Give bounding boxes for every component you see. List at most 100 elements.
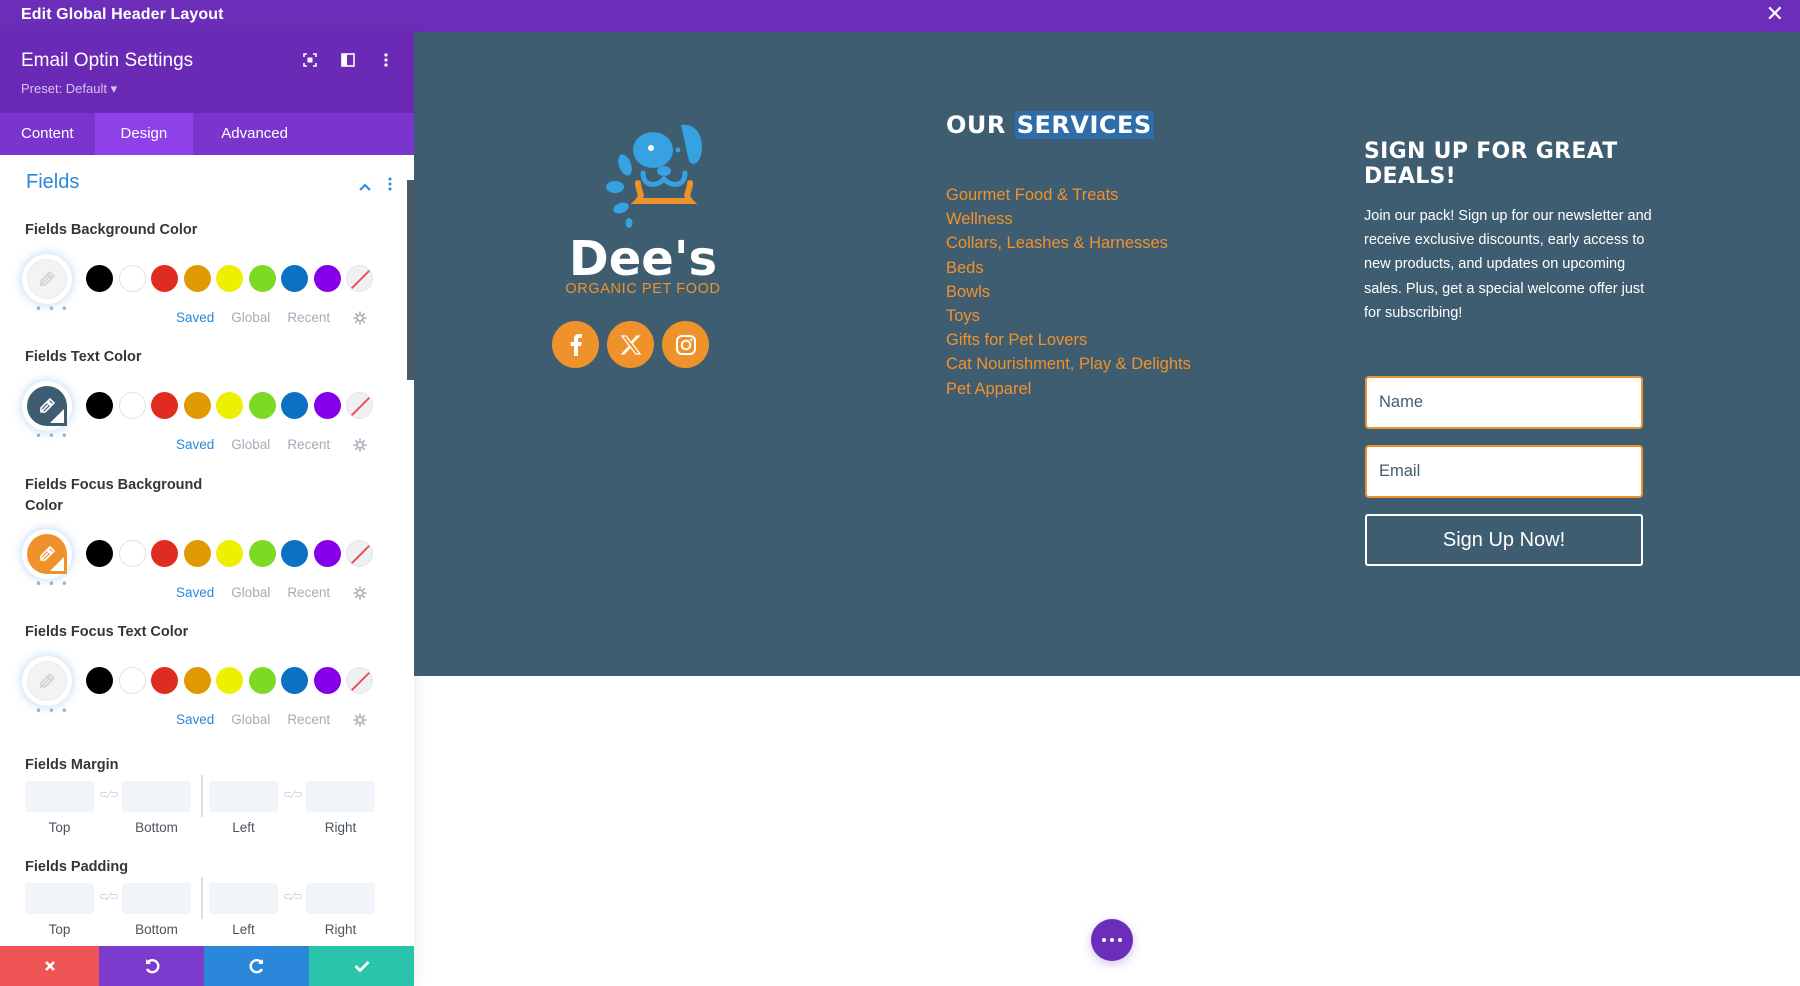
recent-colors-tab[interactable]: Recent	[287, 310, 330, 325]
recent-colors-tab[interactable]: Recent	[287, 437, 330, 452]
swatch-clear[interactable]	[346, 540, 373, 567]
page-settings-fab[interactable]	[1091, 919, 1133, 961]
color-swatch[interactable]	[248, 540, 276, 567]
service-link[interactable]: Collars, Leashes & Harnesses	[946, 231, 1191, 255]
color-swatch[interactable]	[86, 392, 113, 419]
color-swatch[interactable]	[183, 667, 211, 694]
color-swatch[interactable]	[151, 265, 178, 292]
global-colors-tab[interactable]: Global	[231, 585, 270, 600]
spacing-input-top[interactable]	[25, 781, 94, 812]
color-swatch[interactable]	[216, 540, 243, 567]
color-swatch[interactable]	[118, 667, 146, 694]
spacing-input-bottom[interactable]	[122, 883, 191, 914]
color-swatch[interactable]	[118, 265, 146, 292]
save-button[interactable]	[309, 946, 414, 986]
color-swatch[interactable]	[86, 667, 113, 694]
color-swatch[interactable]	[216, 392, 243, 419]
spacing-input-bottom[interactable]	[122, 781, 191, 812]
service-link[interactable]: Cat Nourishment, Play & Delights	[946, 352, 1191, 376]
service-link[interactable]: Wellness	[946, 207, 1191, 231]
tab-content[interactable]: Content	[0, 113, 95, 155]
spacing-input-top[interactable]	[25, 883, 94, 914]
signup-button[interactable]: Sign Up Now!	[1365, 514, 1643, 566]
swatch-clear[interactable]	[346, 265, 373, 292]
swatch-clear[interactable]	[346, 667, 373, 694]
preset-dropdown[interactable]: Preset: Default ▾	[21, 81, 117, 97]
color-swatch[interactable]	[313, 667, 341, 694]
dees-logo[interactable]: Dee's ORGANIC PET FOOD	[553, 115, 733, 295]
more-vertical-icon[interactable]	[378, 52, 394, 68]
spacing-input-left[interactable]	[209, 781, 278, 812]
more-horizontal-icon[interactable]: • • •	[35, 302, 69, 316]
color-swatch[interactable]	[281, 392, 308, 419]
discard-button[interactable]	[0, 946, 99, 986]
service-link[interactable]: Beds	[946, 256, 1191, 280]
color-swatch[interactable]	[118, 392, 146, 419]
color-swatch[interactable]	[313, 392, 341, 419]
spacing-input-right[interactable]	[306, 781, 375, 812]
gear-icon[interactable]	[353, 586, 367, 600]
color-swatch[interactable]	[248, 265, 276, 292]
instagram-link[interactable]	[662, 321, 709, 368]
service-link[interactable]: Bowls	[946, 280, 1191, 304]
recent-colors-tab[interactable]: Recent	[287, 712, 330, 727]
tab-design[interactable]: Design	[94, 113, 194, 155]
color-swatch[interactable]	[151, 667, 178, 694]
link-icon[interactable]: ⊂⁄⊃	[283, 890, 303, 903]
service-link[interactable]: Gifts for Pet Lovers	[946, 328, 1191, 352]
facebook-link[interactable]	[552, 321, 599, 368]
recent-colors-tab[interactable]: Recent	[287, 585, 330, 600]
redo-button[interactable]	[204, 946, 309, 986]
name-input[interactable]	[1365, 376, 1643, 429]
more-horizontal-icon[interactable]: • • •	[35, 704, 69, 718]
spacing-input-right[interactable]	[306, 883, 375, 914]
global-colors-tab[interactable]: Global	[231, 437, 270, 452]
x-twitter-link[interactable]	[607, 321, 654, 368]
email-input[interactable]	[1365, 445, 1643, 498]
service-link[interactable]: Toys	[946, 304, 1191, 328]
color-swatch[interactable]	[248, 392, 276, 419]
color-swatch[interactable]	[216, 265, 243, 292]
gear-icon[interactable]	[353, 438, 367, 452]
link-icon[interactable]: ⊂⁄⊃	[283, 788, 303, 801]
color-swatch[interactable]	[281, 540, 308, 567]
color-swatch[interactable]	[281, 667, 308, 694]
color-swatch[interactable]	[216, 667, 243, 694]
color-swatch[interactable]	[151, 392, 178, 419]
tab-advanced[interactable]: Advanced	[193, 113, 309, 155]
saved-colors-tab[interactable]: Saved	[176, 437, 214, 452]
more-horizontal-icon[interactable]: • • •	[35, 429, 69, 443]
chevron-up-icon[interactable]	[359, 176, 371, 195]
global-colors-tab[interactable]: Global	[231, 310, 270, 325]
service-link[interactable]: Pet Apparel	[946, 377, 1191, 401]
spacing-input-left[interactable]	[209, 883, 278, 914]
section-more-icon[interactable]	[388, 176, 392, 195]
color-swatch[interactable]	[86, 540, 113, 567]
saved-colors-tab[interactable]: Saved	[176, 712, 214, 727]
split-view-icon[interactable]	[340, 52, 356, 68]
color-picker-button[interactable]	[22, 529, 72, 579]
color-swatch[interactable]	[183, 540, 211, 567]
link-icon[interactable]: ⊂⁄⊃	[99, 890, 119, 903]
color-swatch[interactable]	[183, 265, 211, 292]
more-horizontal-icon[interactable]: • • •	[35, 577, 69, 591]
saved-colors-tab[interactable]: Saved	[176, 310, 214, 325]
gear-icon[interactable]	[353, 713, 367, 727]
color-swatch[interactable]	[313, 540, 341, 567]
panel-scrollbar[interactable]	[407, 180, 414, 380]
service-link[interactable]: Gourmet Food & Treats	[946, 183, 1191, 207]
color-picker-button[interactable]	[22, 254, 72, 304]
link-icon[interactable]: ⊂⁄⊃	[99, 788, 119, 801]
color-swatch[interactable]	[281, 265, 308, 292]
section-title-fields[interactable]: Fields	[26, 171, 79, 194]
color-swatch[interactable]	[151, 540, 178, 567]
color-swatch[interactable]	[86, 265, 113, 292]
focus-mode-icon[interactable]	[302, 52, 318, 68]
close-icon[interactable]: ✕	[1766, 4, 1784, 26]
saved-colors-tab[interactable]: Saved	[176, 585, 214, 600]
gear-icon[interactable]	[353, 311, 367, 325]
undo-button[interactable]	[99, 946, 204, 986]
color-swatch[interactable]	[248, 667, 276, 694]
color-swatch[interactable]	[118, 540, 146, 567]
swatch-clear[interactable]	[346, 392, 373, 419]
